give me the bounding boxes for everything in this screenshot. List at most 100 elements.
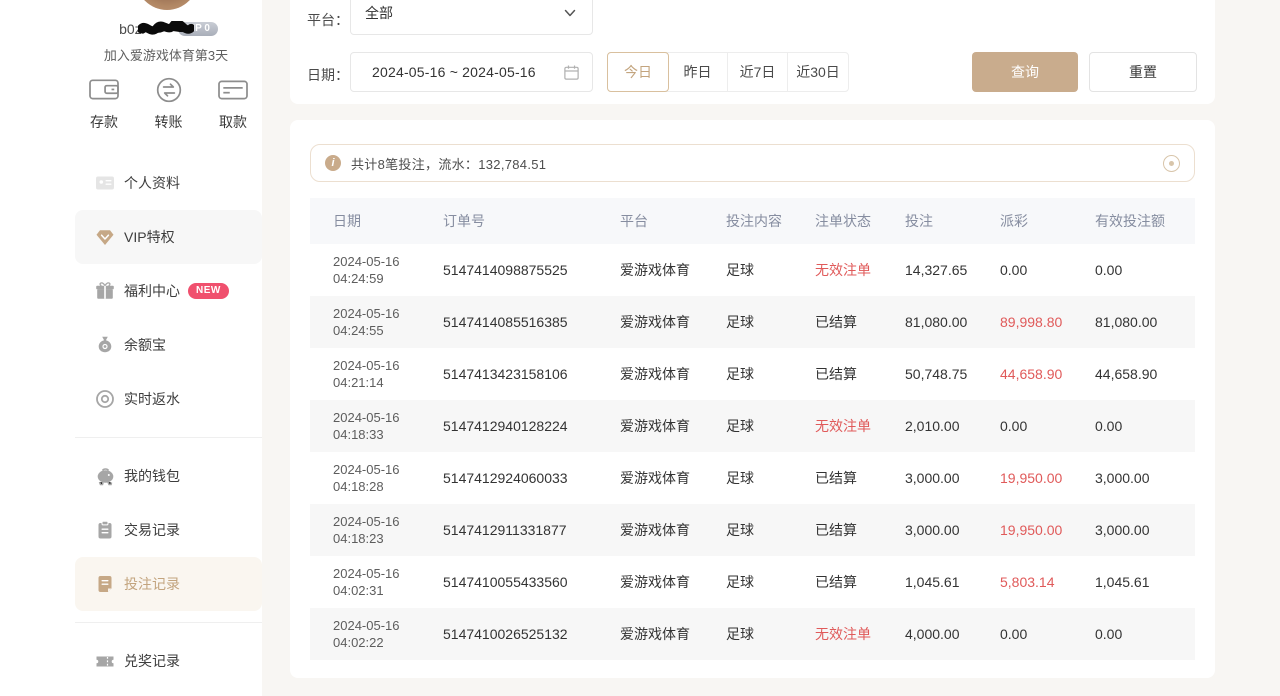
transfer-button[interactable]: 转账	[140, 76, 198, 132]
bet-amount-cell: 3,000.00	[882, 452, 977, 504]
vip-gem-icon	[95, 227, 115, 247]
bet-content-cell: 足球	[703, 400, 792, 452]
bet-content-cell: 足球	[703, 608, 792, 660]
chevron-down-icon	[562, 5, 578, 21]
bet-time: 04:24:55	[333, 322, 420, 339]
order-number-cell: 5147413423158106	[420, 348, 597, 400]
payout-cell: 89,998.80	[977, 296, 1072, 348]
status-cell: 已结算	[792, 504, 882, 556]
sidebar-item-wallet[interactable]: 我的钱包	[75, 449, 262, 503]
join-days-text: 加入爱游戏体育第3天	[0, 45, 332, 64]
query-button[interactable]: 查询	[972, 52, 1078, 92]
bet-content-cell: 足球	[703, 244, 792, 296]
column-header: 注单状态	[792, 198, 882, 244]
new-badge: NEW	[188, 283, 229, 299]
sidebar-item-label: 个人资料	[124, 173, 180, 193]
quick-date-昨日[interactable]: 昨日	[668, 53, 728, 91]
summary-bar: i 共计8笔投注，流水：132,784.51	[310, 144, 1195, 182]
sidebar-item-transactions[interactable]: 交易记录	[75, 503, 262, 557]
sidebar-item-vip[interactable]: VIP特权	[75, 210, 262, 264]
gift-icon	[95, 281, 115, 301]
card-icon	[216, 76, 250, 104]
payout-cell: 19,950.00	[977, 452, 1072, 504]
deposit-button[interactable]: 存款	[75, 76, 133, 132]
status-cell: 无效注单	[792, 400, 882, 452]
sidebar-divider	[75, 622, 262, 623]
table-row: 2024-05-1604:02:315147410055433560爱游戏体育足…	[310, 556, 1195, 608]
bet-amount-cell: 81,080.00	[882, 296, 977, 348]
bet-time: 04:02:31	[333, 582, 420, 599]
sidebar-item-yuebao[interactable]: 余额宝	[75, 318, 262, 372]
filter-panel: 平台： 全部 日期： 2024-05-16 ~ 2024-05-16 今日昨日近…	[290, 0, 1215, 104]
platform-cell: 爱游戏体育	[597, 556, 703, 608]
bet-time: 04:18:28	[333, 478, 420, 495]
money-bag-icon	[95, 335, 115, 355]
bet-amount-cell: 2,010.00	[882, 400, 977, 452]
quick-date-今日[interactable]: 今日	[607, 52, 669, 92]
withdraw-button[interactable]: 取款	[204, 76, 262, 132]
avatar[interactable]	[136, 0, 198, 10]
date-label: 日期：	[307, 65, 349, 85]
bet-amount-cell: 4,000.00	[882, 608, 977, 660]
quick-date-近30日[interactable]: 近30日	[788, 53, 848, 91]
bet-date: 2024-05-16	[333, 305, 420, 322]
sidebar-item-label: 兑奖记录	[124, 651, 180, 671]
bet-content-cell: 足球	[703, 504, 792, 556]
date-range-input[interactable]: 2024-05-16 ~ 2024-05-16	[350, 52, 593, 92]
sidebar-item-welfare[interactable]: 福利中心 NEW	[75, 264, 262, 318]
platform-cell: 爱游戏体育	[597, 244, 703, 296]
piggy-bank-icon	[95, 466, 115, 486]
reset-button[interactable]: 重置	[1089, 52, 1197, 92]
sidebar-menu: 个人资料 VIP特权福利中心 NEW 余额宝实时返水我的钱包交易记录投注记录兑奖记录	[0, 156, 262, 688]
bet-date: 2024-05-16	[333, 461, 420, 478]
table-row: 2024-05-1604:02:225147410026525132爱游戏体育足…	[310, 608, 1195, 660]
bet-datetime-cell: 2024-05-1604:24:55	[310, 296, 420, 348]
quick-actions: 存款转账取款	[75, 76, 262, 132]
bet-time: 04:18:23	[333, 530, 420, 547]
platform-cell: 爱游戏体育	[597, 452, 703, 504]
payout-cell: 0.00	[977, 400, 1072, 452]
order-number-cell: 5147410026525132	[420, 608, 597, 660]
platform-cell: 爱游戏体育	[597, 296, 703, 348]
bet-date: 2024-05-16	[333, 253, 420, 270]
sidebar-item-profile[interactable]: 个人资料	[75, 156, 262, 210]
bet-datetime-cell: 2024-05-1604:24:59	[310, 244, 420, 296]
order-number-cell: 5147414098875525	[420, 244, 597, 296]
bet-date: 2024-05-16	[333, 357, 420, 374]
sidebar-item-prize-records[interactable]: 兑奖记录	[75, 634, 262, 688]
bet-date: 2024-05-16	[333, 617, 420, 634]
platform-select-value: 全部	[365, 3, 562, 23]
transfer-icon	[152, 76, 186, 104]
platform-cell: 爱游戏体育	[597, 504, 703, 556]
date-range-value: 2024-05-16 ~ 2024-05-16	[372, 64, 563, 80]
column-header: 有效投注额	[1072, 198, 1195, 244]
info-icon: i	[325, 155, 341, 171]
sidebar-item-rebate[interactable]: 实时返水	[75, 372, 262, 426]
payout-cell: 0.00	[977, 608, 1072, 660]
table-row: 2024-05-1604:18:335147412940128224爱游戏体育足…	[310, 400, 1195, 452]
platform-cell: 爱游戏体育	[597, 400, 703, 452]
status-cell: 已结算	[792, 556, 882, 608]
status-cell: 无效注单	[792, 608, 882, 660]
platform-select[interactable]: 全部	[350, 0, 593, 35]
status-cell: 已结算	[792, 452, 882, 504]
bet-content-cell: 足球	[703, 556, 792, 608]
bet-amount-cell: 1,045.61	[882, 556, 977, 608]
payout-cell: 5,803.14	[977, 556, 1072, 608]
bet-datetime-cell: 2024-05-1604:18:28	[310, 452, 420, 504]
valid-amount-cell: 3,000.00	[1072, 452, 1195, 504]
action-label: 转账	[140, 112, 198, 132]
order-number-cell: 5147412924060033	[420, 452, 597, 504]
payout-cell: 44,658.90	[977, 348, 1072, 400]
order-number-cell: 5147410055433560	[420, 556, 597, 608]
quick-date-近7日[interactable]: 近7日	[728, 53, 788, 91]
sidebar-item-bet-records[interactable]: 投注记录	[75, 557, 262, 611]
order-number-cell: 5147414085516385	[420, 296, 597, 348]
sidebar-item-label: 福利中心	[124, 281, 180, 301]
bet-time: 04:24:59	[333, 270, 420, 287]
circle-dot-icon[interactable]	[1163, 155, 1180, 172]
sidebar-item-label: VIP特权	[124, 227, 175, 247]
bet-datetime-cell: 2024-05-1604:02:22	[310, 608, 420, 660]
bet-content-cell: 足球	[703, 296, 792, 348]
bet-datetime-cell: 2024-05-1604:02:31	[310, 556, 420, 608]
